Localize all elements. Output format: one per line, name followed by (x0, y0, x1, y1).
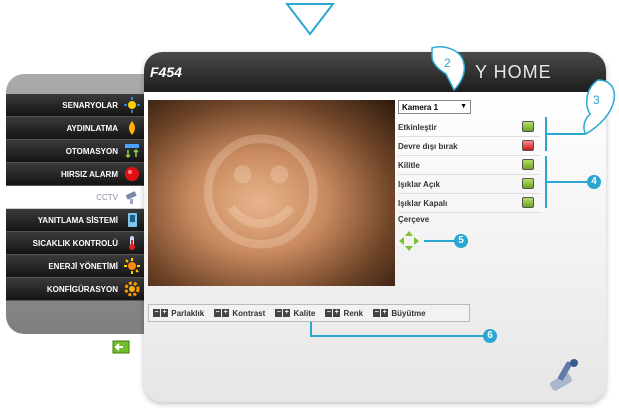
adjust-renk[interactable]: − + Renk (325, 309, 363, 318)
minus-icon[interactable]: − (373, 309, 381, 317)
control-kilitle[interactable]: Kilitle (398, 156, 540, 175)
sidebar-item-label: AYDINLATMA (66, 123, 118, 133)
adjust-buyutme[interactable]: − + Büyütme (373, 308, 426, 318)
plus-icon[interactable]: + (381, 309, 389, 317)
adjust-kontrast[interactable]: − + Kontrast (214, 309, 265, 318)
sidebar-item-yanitlama-sistemi[interactable]: YANITLAMA SİSTEMİ (6, 209, 154, 232)
adjust-label: Kalite (293, 308, 316, 318)
control-devre-disi-birak[interactable]: Devre dışı bırak (398, 137, 540, 156)
alarm-icon (125, 167, 139, 181)
brand-logo: Y HOME (475, 62, 552, 82)
adjust-label: Renk (343, 308, 364, 318)
lights-on-button[interactable] (522, 178, 534, 189)
adjust-parlaklik[interactable]: − + Parlaklık (153, 309, 204, 318)
sidebar-item-label: KONFİGÜRASYON (46, 284, 118, 294)
adjust-label: Büyütme (391, 308, 426, 318)
sidebar-item-otomasyon[interactable]: OTOMASYON (6, 140, 154, 163)
sidebar-item-hirsiz-alarm[interactable]: HIRSIZ ALARM (6, 163, 154, 186)
main-panel: F454 Y HOME ☺ Kamera 1 ▼ Etkinleştir Dev… (144, 52, 606, 402)
camera-video-feed: ☺ (148, 100, 395, 286)
sidebar-item-label: YANITLAMA SİSTEMİ (37, 215, 118, 225)
sidebar-item-cctv[interactable]: CCTV (6, 186, 154, 209)
control-label: Etkinleştir (398, 122, 437, 132)
plus-icon[interactable]: + (333, 309, 341, 317)
settings-tool-icon[interactable] (544, 357, 584, 391)
chevron-down-icon: ▼ (460, 103, 467, 110)
sidebar: SENARYOLAR AYDINLATMA OTOMASYON HIRSIZ A… (6, 74, 154, 334)
plus-icon[interactable]: + (222, 309, 230, 317)
adjustment-bar: − + Parlaklık − + Kontrast − + Kalite − + Re… (148, 304, 470, 322)
camera-select-value: Kamera 1 (402, 102, 439, 112)
sidebar-item-label: SICAKLIK KONTROLÜ (32, 238, 118, 248)
minus-icon[interactable]: − (153, 309, 160, 317)
plus-icon[interactable]: + (283, 309, 291, 317)
gear-icon (124, 281, 140, 297)
energy-icon (124, 258, 140, 274)
sidebar-item-label: HIRSIZ ALARM (60, 169, 118, 179)
sidebar-item-aydinlatma[interactable]: AYDINLATMA (6, 117, 154, 140)
panel-header: F454 Y HOME (144, 52, 606, 92)
face-image: ☺ (193, 118, 329, 270)
adjust-label: Parlaklık (171, 308, 205, 318)
lock-button[interactable] (522, 159, 534, 170)
camera-select[interactable]: Kamera 1 ▼ (398, 100, 471, 114)
control-label: Işıklar Açık (398, 179, 440, 189)
directional-pad-icon[interactable] (398, 230, 420, 252)
sidebar-item-label: OTOMASYON (65, 146, 118, 156)
logout-icon[interactable] (112, 339, 130, 355)
lightbulb-icon (129, 121, 135, 135)
sidebar-item-sicaklik-kontrolu[interactable]: SICAKLIK KONTROLÜ (6, 232, 154, 255)
sidebar-item-senaryolar[interactable]: SENARYOLAR (6, 94, 154, 117)
enable-button[interactable] (522, 121, 534, 132)
sidebar-item-label: ENERJİ YÖNETİMİ (48, 261, 118, 271)
control-label: Devre dışı bırak (398, 141, 458, 151)
page-title: F454 (150, 64, 182, 80)
sidebar-item-label: CCTV (96, 192, 118, 202)
adjust-label: Kontrast (232, 308, 266, 318)
control-etkinlestir[interactable]: Etkinleştir (398, 118, 540, 137)
scenario-icon (124, 97, 140, 113)
sidebar-item-konfigurasyon[interactable]: KONFİGÜRASYON (6, 278, 154, 301)
adjust-kalite[interactable]: − + Kalite (275, 309, 315, 318)
control-label: Kilitle (398, 160, 420, 170)
answering-icon (128, 213, 137, 227)
sidebar-item-enerji-yonetimi[interactable]: ENERJİ YÖNETİMİ (6, 255, 154, 278)
control-label: Işıklar Kapalı (398, 198, 448, 208)
panel-body: ☺ Kamera 1 ▼ Etkinleştir Devre dışı bıra… (144, 92, 606, 402)
down-triangle-icon (285, 3, 335, 36)
cctv-camera-icon (125, 191, 137, 204)
sidebar-item-label: SENARYOLAR (62, 100, 118, 110)
minus-icon[interactable]: − (325, 309, 333, 317)
thermometer-icon (129, 236, 135, 250)
lights-off-button[interactable] (522, 197, 534, 208)
control-isiklar-acik[interactable]: Işıklar Açık (398, 175, 540, 194)
automation-icon (125, 144, 139, 159)
frame-label: Çerçeve (398, 215, 430, 224)
plus-icon[interactable]: + (161, 309, 168, 317)
minus-icon[interactable]: − (214, 309, 222, 317)
control-isiklar-kapali[interactable]: Işıklar Kapalı (398, 194, 540, 213)
disable-button[interactable] (522, 140, 534, 151)
minus-icon[interactable]: − (275, 309, 283, 317)
